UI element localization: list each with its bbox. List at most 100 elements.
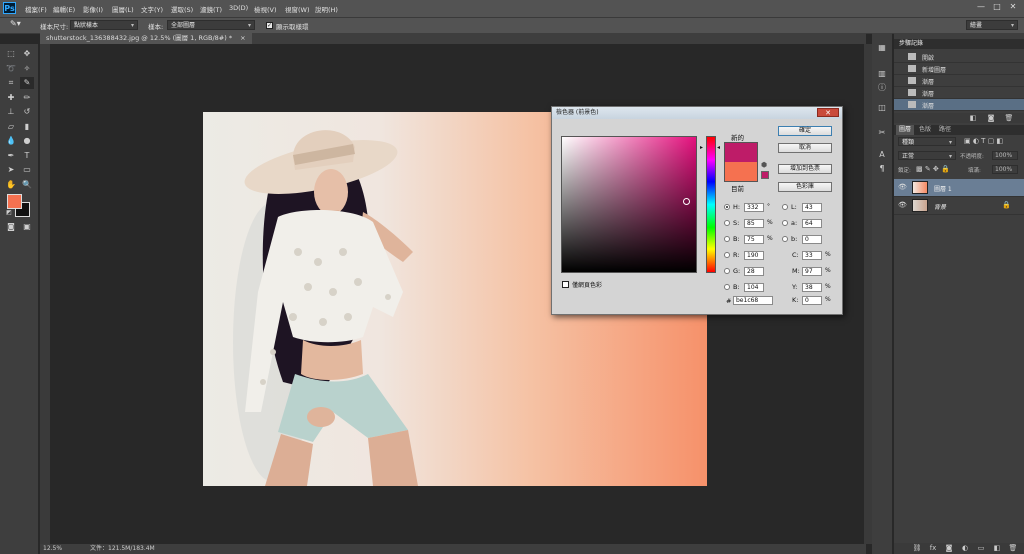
foreground-color-swatch[interactable] [7,194,22,209]
r-field[interactable]: 190 [744,251,764,260]
c-field[interactable]: 33 [802,251,822,260]
menu-image[interactable]: 影像(I) [83,4,103,14]
blue-radio[interactable] [724,284,730,290]
brush-tool-icon[interactable]: ✏ [20,92,34,104]
layer-row[interactable]: 👁 背景 🔒 [894,197,1024,215]
document-tab[interactable]: shutterstock_136388432.jpg @ 12.5% (圖層 1… [40,33,252,44]
minimize-icon[interactable]: — [975,2,987,12]
menu-help[interactable]: 說明(H) [315,4,338,14]
hex-field[interactable]: be1c68 [733,296,773,305]
history-item[interactable]: 開啟 [894,51,1024,63]
out-of-gamut-icon[interactable]: ⬢ [761,161,767,169]
b-radio[interactable] [724,236,730,242]
blur-tool-icon[interactable]: 💧 [4,135,18,147]
paragraph-panel-icon[interactable]: ¶ [876,164,888,174]
gamut-color-swatch[interactable] [761,171,769,179]
s-radio[interactable] [724,220,730,226]
h-field[interactable]: 332 [744,203,764,212]
document-info[interactable]: 文件：121.5M/183.4M [90,544,155,554]
character-panel-icon[interactable]: A [876,150,888,160]
type-tool-icon[interactable]: T [20,150,34,162]
history-tab[interactable]: 步驟記錄 [896,39,926,49]
eyedropper-tool-icon[interactable]: ✎▾ [10,19,21,28]
link-layers-icon[interactable]: ⛓ [910,543,924,553]
delete-state-icon[interactable]: 🗑 [1002,113,1016,123]
filter-pixel-icon[interactable]: ▣ ◐ T ▢ ◧ [964,137,1003,145]
shape-tool-icon[interactable]: ▭ [20,164,34,176]
y-field[interactable]: 38 [802,283,822,292]
info-panel-icon[interactable]: ⓘ [876,83,888,93]
menu-3d[interactable]: 3D(D) [229,4,248,12]
opacity-field[interactable]: 100% [992,151,1018,160]
pen-tool-icon[interactable]: ✒ [4,150,18,162]
new-document-from-state-icon[interactable]: ◧ [966,113,980,123]
color-libraries-button[interactable]: 色彩庫 [778,182,832,192]
gradient-tool-icon[interactable]: ▮ [20,121,34,133]
history-panel-icon[interactable]: ▦ [876,43,888,53]
screen-mode-icon[interactable]: ▣ [20,221,34,233]
lock-icons[interactable]: ▩ ✎ ✥ 🔒 [916,165,950,173]
hue-slider-right-arrow-icon[interactable]: ◂ [717,144,720,151]
m-field[interactable]: 97 [802,267,822,276]
b-field[interactable]: 75 [744,235,764,244]
move-tool-icon[interactable]: ✥ [20,48,34,60]
path-selection-tool-icon[interactable]: ➤ [4,164,18,176]
delete-layer-icon[interactable]: 🗑 [1006,543,1020,553]
new-group-icon[interactable]: ▭ [974,543,988,553]
menu-edit[interactable]: 編輯(E) [53,4,75,14]
close-window-icon[interactable]: ✕ [1007,2,1019,12]
menu-window[interactable]: 視窗(W) [285,4,310,14]
adjustments-panel-icon[interactable]: ◫ [876,103,888,113]
vertical-scrollbar[interactable] [864,44,872,544]
k-field[interactable]: 0 [802,296,822,305]
maximize-icon[interactable]: □ [991,2,1003,12]
visibility-eye-icon[interactable]: 👁 [898,201,907,209]
r-radio[interactable] [724,252,730,258]
add-to-swatches-button[interactable]: 增加到色票 [778,164,832,174]
saturation-brightness-field[interactable] [561,136,697,273]
tools-preset-icon[interactable]: ✂ [876,128,888,138]
tab-channels[interactable]: 色版 [916,125,934,135]
snapshot-icon[interactable]: ◙ [984,113,998,123]
menu-layer[interactable]: 圖層(L) [112,4,134,14]
g-radio[interactable] [724,268,730,274]
l-field[interactable]: 43 [802,203,822,212]
eyedropper-tool-icon[interactable]: ✎ [20,77,34,89]
crop-tool-icon[interactable]: ⌗ [4,77,18,89]
color-field-marker[interactable] [683,198,690,205]
ok-button[interactable]: 確定 [778,126,832,136]
hand-tool-icon[interactable]: ✋ [4,179,18,191]
visibility-eye-icon[interactable]: 👁 [898,183,907,191]
menu-select[interactable]: 選取(S) [171,4,193,14]
l-radio[interactable] [782,204,788,210]
tab-close-icon[interactable]: × [240,34,245,42]
tab-paths[interactable]: 路徑 [936,125,954,135]
a-field[interactable]: 64 [802,219,822,228]
history-item[interactable]: 漸層 [894,75,1024,87]
menu-filter[interactable]: 濾鏡(T) [200,4,222,14]
sample-select[interactable]: 全部圖層 [167,20,255,31]
history-item[interactable]: 漸層 [894,87,1024,99]
menu-file[interactable]: 檔案(F) [25,4,47,14]
h-radio[interactable] [724,204,730,210]
workspace-select[interactable]: 繪畫 [966,20,1018,31]
quick-mask-icon[interactable]: ◙ [4,221,18,233]
tab-layers[interactable]: 圖層 [896,125,915,135]
lab-b-field[interactable]: 0 [802,235,822,244]
history-item-selected[interactable]: 漸層 [894,99,1024,111]
menu-view[interactable]: 檢視(V) [254,4,277,14]
cancel-button[interactable]: 取消 [778,143,832,153]
lasso-tool-icon[interactable]: ➰ [4,63,18,75]
magic-wand-tool-icon[interactable]: ✧ [20,63,34,75]
healing-brush-tool-icon[interactable]: ✚ [4,92,18,104]
dialog-close-icon[interactable]: ✕ [817,108,839,117]
a-radio[interactable] [782,220,788,226]
layer-name[interactable]: 背景 [934,202,946,211]
g-field[interactable]: 28 [744,267,764,276]
marquee-tool-icon[interactable]: ⬚ [4,48,18,60]
web-colors-only-checkbox[interactable] [562,281,569,288]
s-field[interactable]: 85 [744,219,764,228]
zoom-level[interactable]: 12.5% [43,544,62,554]
eraser-tool-icon[interactable]: ▱ [4,121,18,133]
menu-type[interactable]: 文字(Y) [141,4,163,14]
